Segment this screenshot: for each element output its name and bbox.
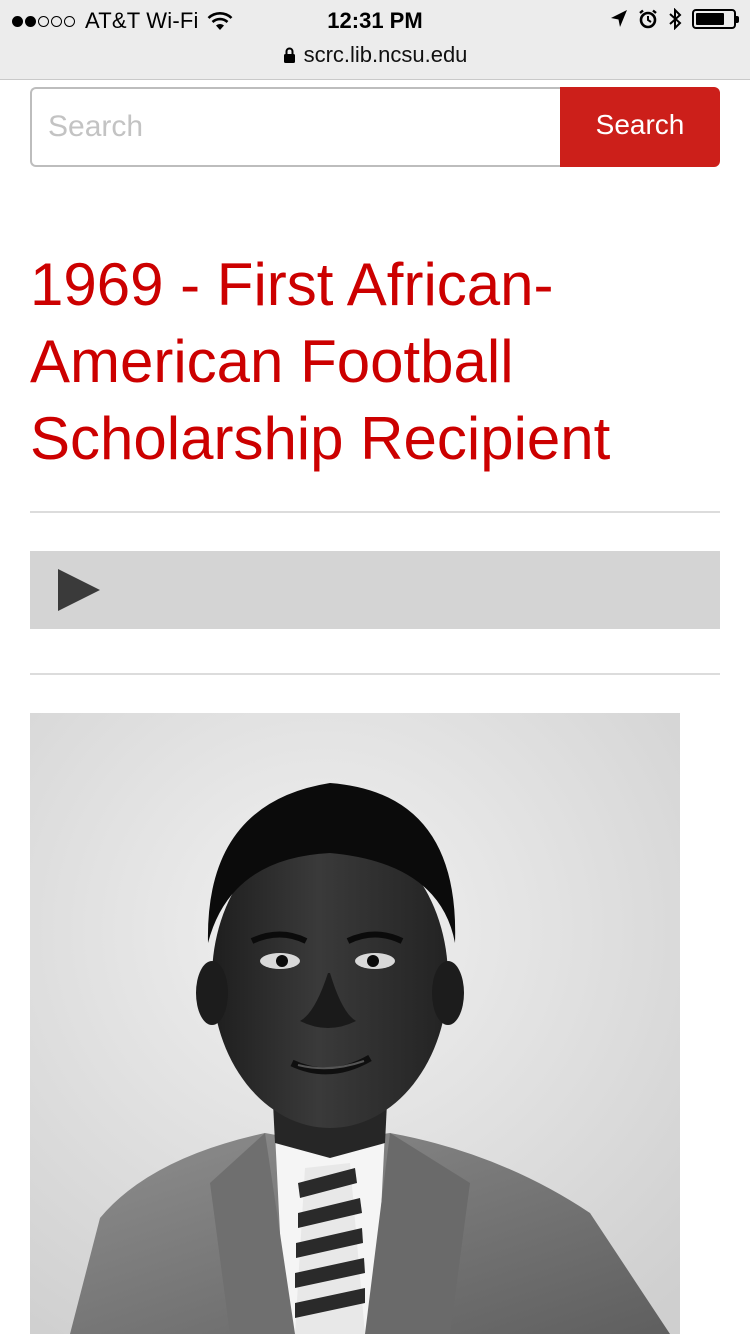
search-button[interactable]: Search [560, 87, 720, 167]
divider-top [30, 511, 720, 513]
search-input[interactable] [30, 87, 560, 167]
url-bar[interactable]: scrc.lib.ncsu.edu [0, 42, 750, 68]
search-form: Search [30, 87, 720, 167]
lock-icon [283, 47, 295, 63]
play-icon[interactable] [58, 569, 100, 611]
alarm-icon [639, 9, 657, 29]
portrait-photo [30, 713, 680, 1334]
url-text: scrc.lib.ncsu.edu [303, 42, 468, 67]
portrait-image [30, 713, 680, 1334]
bluetooth-icon [669, 8, 682, 30]
audio-player [30, 551, 720, 629]
location-arrow-icon [611, 10, 627, 27]
status-right [610, 8, 739, 30]
page-title: 1969 - First African-American Football S… [30, 251, 611, 472]
browser-top-bar: AT&T Wi-Fi 12:31 PM scrc.lib.ncsu.edu [0, 0, 750, 80]
battery-icon [692, 9, 739, 29]
divider-bottom [30, 673, 720, 675]
